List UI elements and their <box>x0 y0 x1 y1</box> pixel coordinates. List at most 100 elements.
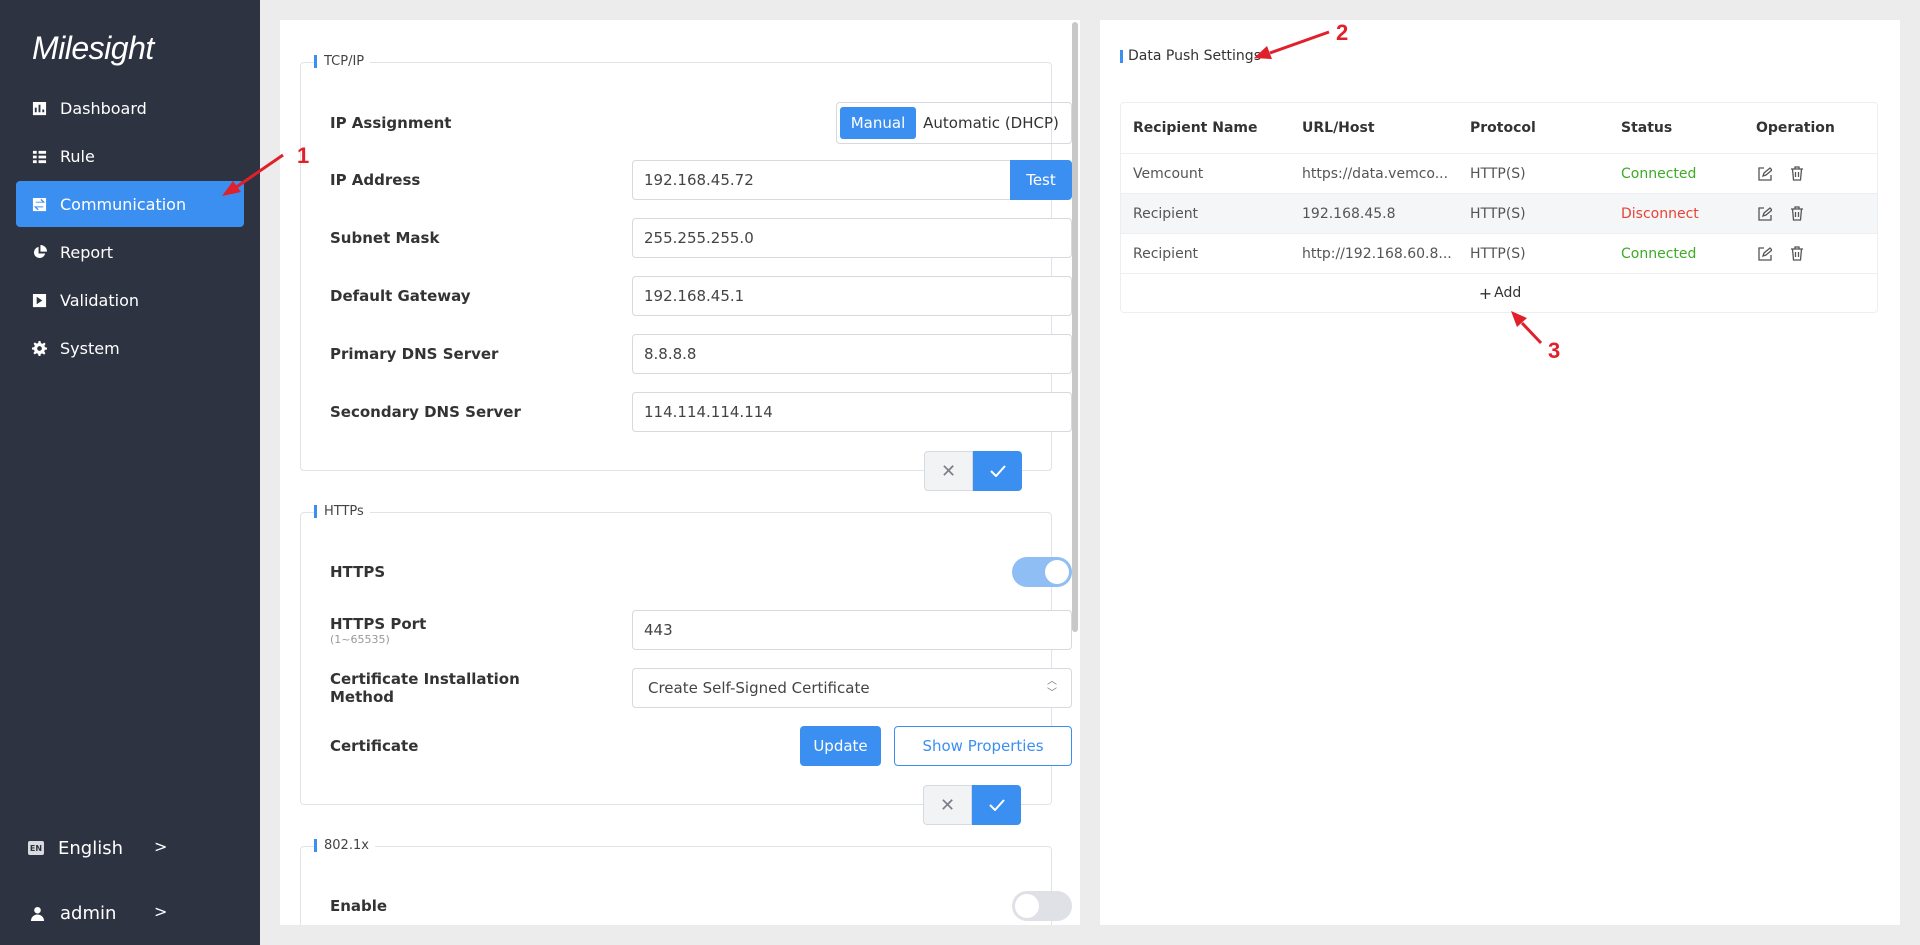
select-arrows-icon: ︿ ﹀ <box>1047 676 1057 699</box>
cancel-button[interactable]: ✕ <box>924 451 973 491</box>
table-row: Recipient 192.168.45.8 HTTP(S) Disconnec… <box>1121 194 1877 234</box>
sidebar-item-validation[interactable]: Validation <box>16 277 244 323</box>
recipient-name: Recipient <box>1133 205 1199 222</box>
cert-method-select[interactable]: Create Self-Signed Certificate ︿ ﹀ <box>632 668 1072 708</box>
sidebar-item-report[interactable]: Report <box>16 229 244 275</box>
recipient-protocol: HTTP(S) <box>1470 165 1526 182</box>
delete-icon[interactable] <box>1788 245 1806 263</box>
check-icon <box>989 465 1006 477</box>
milesight-logo[interactable]: Milesight <box>32 30 154 67</box>
subnet-mask-label: Subnet Mask <box>330 229 440 247</box>
https-toggle-row: HTTPS <box>330 552 1072 592</box>
confirm-button[interactable] <box>972 785 1021 825</box>
enable-label: Enable <box>330 897 388 915</box>
swap-icon <box>30 195 48 213</box>
primary-dns-input[interactable]: 8.8.8.8 <box>632 334 1072 374</box>
plus-icon: + <box>1478 283 1493 303</box>
sidebar-item-dashboard[interactable]: Dashboard <box>16 85 244 131</box>
language-selector[interactable]: EN English > <box>16 828 244 868</box>
tcpip-actions: ✕ <box>924 451 1022 491</box>
ip-address-label: IP Address <box>330 171 421 189</box>
bar-chart-icon <box>30 99 48 117</box>
default-gateway-input[interactable]: 192.168.45.1 <box>632 276 1072 316</box>
https-port-input[interactable]: 443 <box>632 610 1072 650</box>
table-row: Vemcount https://data.vemco... HTTP(S) C… <box>1121 154 1877 194</box>
table-row: Recipient http://192.168.60.8... HTTP(S)… <box>1121 234 1877 274</box>
secondary-dns-row: Secondary DNS Server 114.114.114.114 <box>330 392 1072 432</box>
data-push-panel: Data Push Settings Recipient Name URL/Ho… <box>1100 20 1900 925</box>
sidebar: Milesight Dashboard Rule Communication R… <box>0 0 260 945</box>
https-actions: ✕ <box>923 785 1021 825</box>
recipient-name: Vemcount <box>1133 165 1204 182</box>
annotation-label-2: 2 <box>1336 20 1349 45</box>
https-label: HTTPS <box>330 563 386 581</box>
https-port-hint: (1~65535) <box>330 632 390 646</box>
dot1x-toggle[interactable] <box>1012 891 1072 921</box>
row-operations <box>1756 165 1806 183</box>
edit-icon[interactable] <box>1756 245 1774 263</box>
default-gateway-label: Default Gateway <box>330 287 471 305</box>
edit-icon[interactable] <box>1756 165 1774 183</box>
update-button[interactable]: Update <box>800 726 881 766</box>
recipient-url: http://192.168.60.8... <box>1302 245 1452 262</box>
cancel-button[interactable]: ✕ <box>923 785 972 825</box>
primary-dns-label: Primary DNS Server <box>330 345 499 363</box>
delete-icon[interactable] <box>1788 205 1806 223</box>
recipient-name: Recipient <box>1133 245 1199 262</box>
primary-dns-row: Primary DNS Server 8.8.8.8 <box>330 334 1072 374</box>
panel-scrollbar[interactable] <box>1072 22 1078 632</box>
add-recipient-button[interactable]: + Add <box>1121 273 1877 312</box>
sidebar-item-label: Validation <box>60 290 140 310</box>
user-label: admin <box>60 902 117 924</box>
column-header: Status <box>1621 120 1673 136</box>
test-button[interactable]: Test <box>1010 160 1072 200</box>
certificate-label: Certificate <box>330 737 419 755</box>
recipient-url: https://data.vemco... <box>1302 165 1449 182</box>
chevron-right-icon: > <box>154 837 168 856</box>
ip-address-input[interactable]: 192.168.45.72 <box>632 160 1012 200</box>
sidebar-item-rule[interactable]: Rule <box>16 133 244 179</box>
dhcp-option[interactable]: Automatic (DHCP) <box>916 107 1066 139</box>
show-properties-button[interactable]: Show Properties <box>894 726 1072 766</box>
sidebar-item-label: Report <box>60 242 114 262</box>
ip-assignment-label: IP Assignment <box>330 114 452 132</box>
sidebar-item-label: Dashboard <box>60 98 147 118</box>
sidebar-item-communication[interactable]: Communication <box>16 181 244 227</box>
dot1x-legend: 802.1x <box>314 838 375 854</box>
column-header: Operation <box>1756 120 1835 136</box>
manual-option[interactable]: Manual <box>840 107 916 139</box>
cert-method-label: Certificate Installation Method <box>330 670 520 706</box>
annotation-label-1: 1 <box>297 143 310 168</box>
list-icon <box>30 147 48 165</box>
secondary-dns-input[interactable]: 114.114.114.114 <box>632 392 1072 432</box>
column-header: URL/Host <box>1302 120 1375 136</box>
ip-address-row: IP Address 192.168.45.72 Test <box>330 160 1072 200</box>
toggle-knob <box>1015 894 1039 918</box>
ip-assignment-row: IP Assignment Manual Automatic (DHCP) <box>330 102 1072 144</box>
edit-icon[interactable] <box>1756 205 1774 223</box>
user-icon <box>28 904 46 922</box>
ip-assignment-segmented: Manual Automatic (DHCP) <box>836 102 1072 144</box>
certificate-row: Certificate Update Show Properties <box>330 726 1072 766</box>
data-push-title: Data Push Settings <box>1120 48 1261 64</box>
status-badge: Disconnect <box>1621 205 1699 222</box>
row-operations <box>1756 245 1806 263</box>
language-icon: EN <box>28 841 44 855</box>
https-port-row: HTTPS Port (1~65535) 443 <box>330 610 1072 650</box>
toggle-knob <box>1045 560 1069 584</box>
recipient-protocol: HTTP(S) <box>1470 245 1526 262</box>
sidebar-item-system[interactable]: System <box>16 325 244 371</box>
subnet-mask-input[interactable]: 255.255.255.0 <box>632 218 1072 258</box>
confirm-button[interactable] <box>973 451 1022 491</box>
close-icon: ✕ <box>939 794 956 816</box>
secondary-dns-label: Secondary DNS Server <box>330 403 521 421</box>
row-operations <box>1756 205 1806 223</box>
column-header: Protocol <box>1470 120 1536 136</box>
delete-icon[interactable] <box>1788 165 1806 183</box>
status-badge: Connected <box>1621 165 1697 182</box>
https-toggle[interactable] <box>1012 557 1072 587</box>
user-menu[interactable]: admin > <box>16 893 244 933</box>
recipient-url: 192.168.45.8 <box>1302 205 1396 222</box>
default-gateway-row: Default Gateway 192.168.45.1 <box>330 276 1072 316</box>
shield-check-icon <box>30 291 48 309</box>
